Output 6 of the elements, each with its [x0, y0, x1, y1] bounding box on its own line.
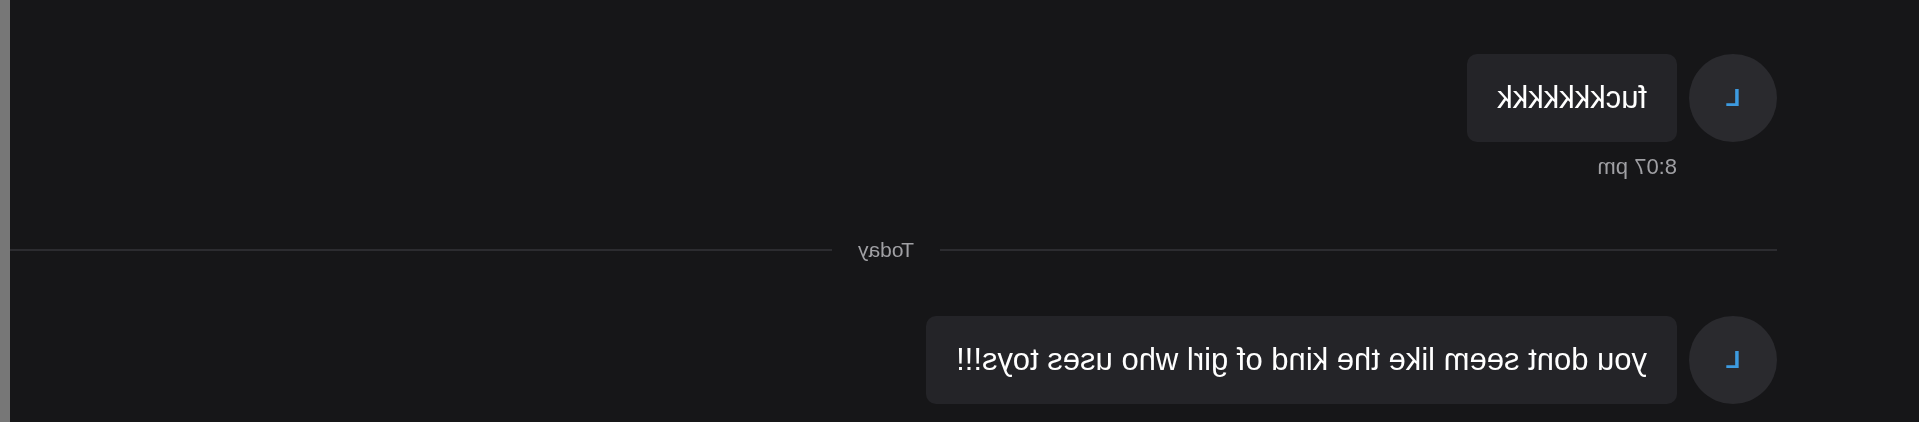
message-bubble: you dont seem like the kind of girl who uses toys!!!	[926, 316, 1677, 404]
avatar: L	[1689, 316, 1777, 404]
message-bubble: fuckkkkkkk	[1467, 54, 1677, 142]
date-divider-label: Today	[858, 237, 915, 264]
message-time: 8:07 pm	[1597, 156, 1677, 178]
avatar: L	[1689, 54, 1777, 142]
